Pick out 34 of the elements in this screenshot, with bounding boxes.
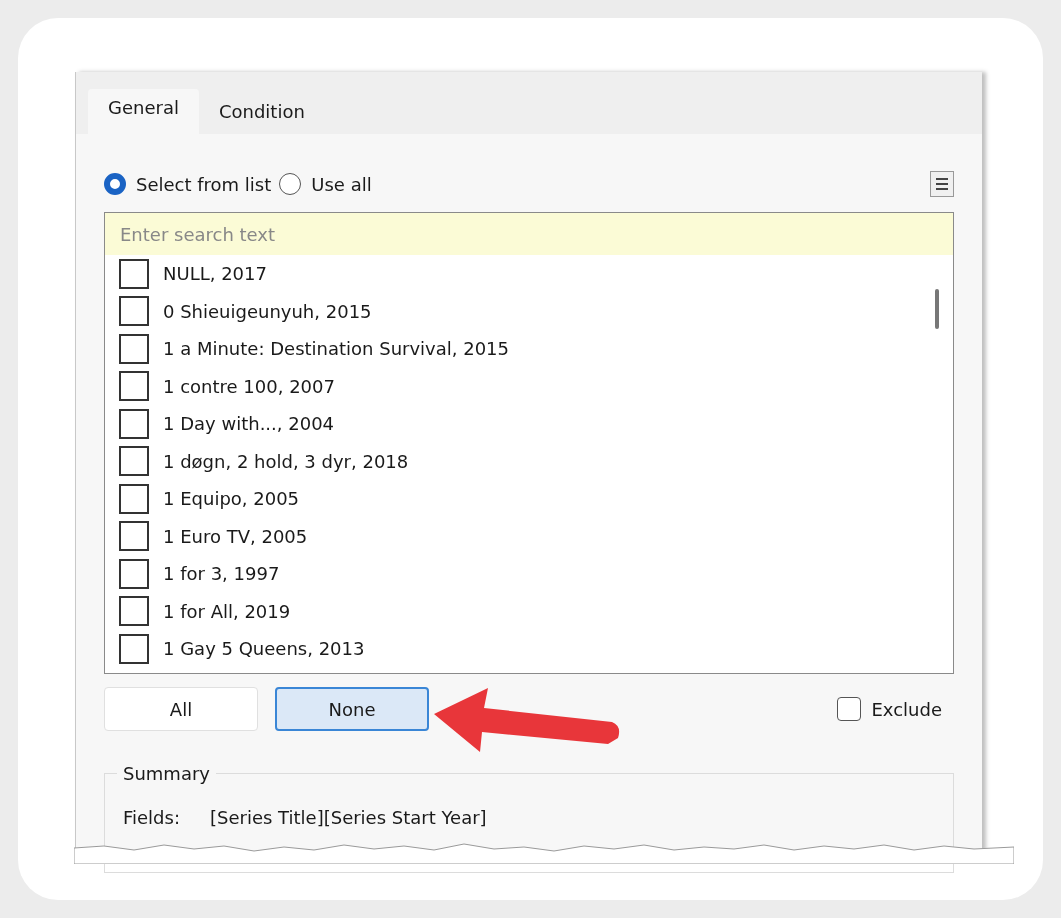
field-value: [Series Title][Series Start Year]	[210, 806, 487, 830]
radio-option[interactable]: Use all	[279, 170, 372, 198]
list-item[interactable]: 1 Euro TV, 2005	[119, 517, 953, 555]
tab[interactable]: General	[88, 89, 199, 134]
action-button[interactable]: All	[104, 687, 258, 731]
checkbox[interactable]	[119, 596, 149, 627]
checkbox[interactable]	[119, 333, 149, 364]
field-label: Fields:	[123, 806, 180, 830]
list-item[interactable]: 0 Shieuigeunyuh, 2015	[119, 292, 953, 330]
list-item[interactable]: 1 for 3, 1997	[119, 555, 953, 593]
checkbox[interactable]	[119, 296, 149, 327]
list-item[interactable]: NULL, 2017	[119, 255, 953, 293]
checkbox[interactable]	[119, 258, 149, 289]
list-item[interactable]: 1 a Minute: Destination Survival, 2015	[119, 330, 953, 368]
scrollbar-thumb[interactable]	[935, 289, 939, 329]
list-item[interactable]: 1 Equipo, 2005	[119, 480, 953, 518]
checkbox[interactable]	[119, 483, 149, 514]
list-item[interactable]: 1 Gay 5 Queens, 2013	[119, 630, 953, 668]
exclude-option[interactable]: Exclude	[837, 695, 942, 723]
checkbox[interactable]	[119, 371, 149, 402]
checkbox[interactable]	[119, 633, 149, 664]
checkbox[interactable]	[119, 521, 149, 552]
action-button[interactable]: None	[275, 687, 429, 731]
list-item[interactable]: 1 contre 100, 2007	[119, 367, 953, 405]
list-item[interactable]: 1 Day with..., 2004	[119, 405, 953, 443]
checkbox[interactable]	[119, 558, 149, 589]
checkbox[interactable]	[119, 408, 149, 439]
list-item[interactable]: 1 for All, 2019	[119, 592, 953, 630]
checkbox[interactable]	[837, 697, 862, 721]
menu-icon[interactable]	[930, 171, 954, 197]
checkbox[interactable]	[119, 446, 149, 477]
search-field[interactable]: Enter search text	[105, 213, 953, 255]
list-item[interactable]: 1 døgn, 2 hold, 3 dyr, 2018	[119, 442, 953, 480]
radio-option[interactable]: Select from list	[104, 170, 272, 198]
